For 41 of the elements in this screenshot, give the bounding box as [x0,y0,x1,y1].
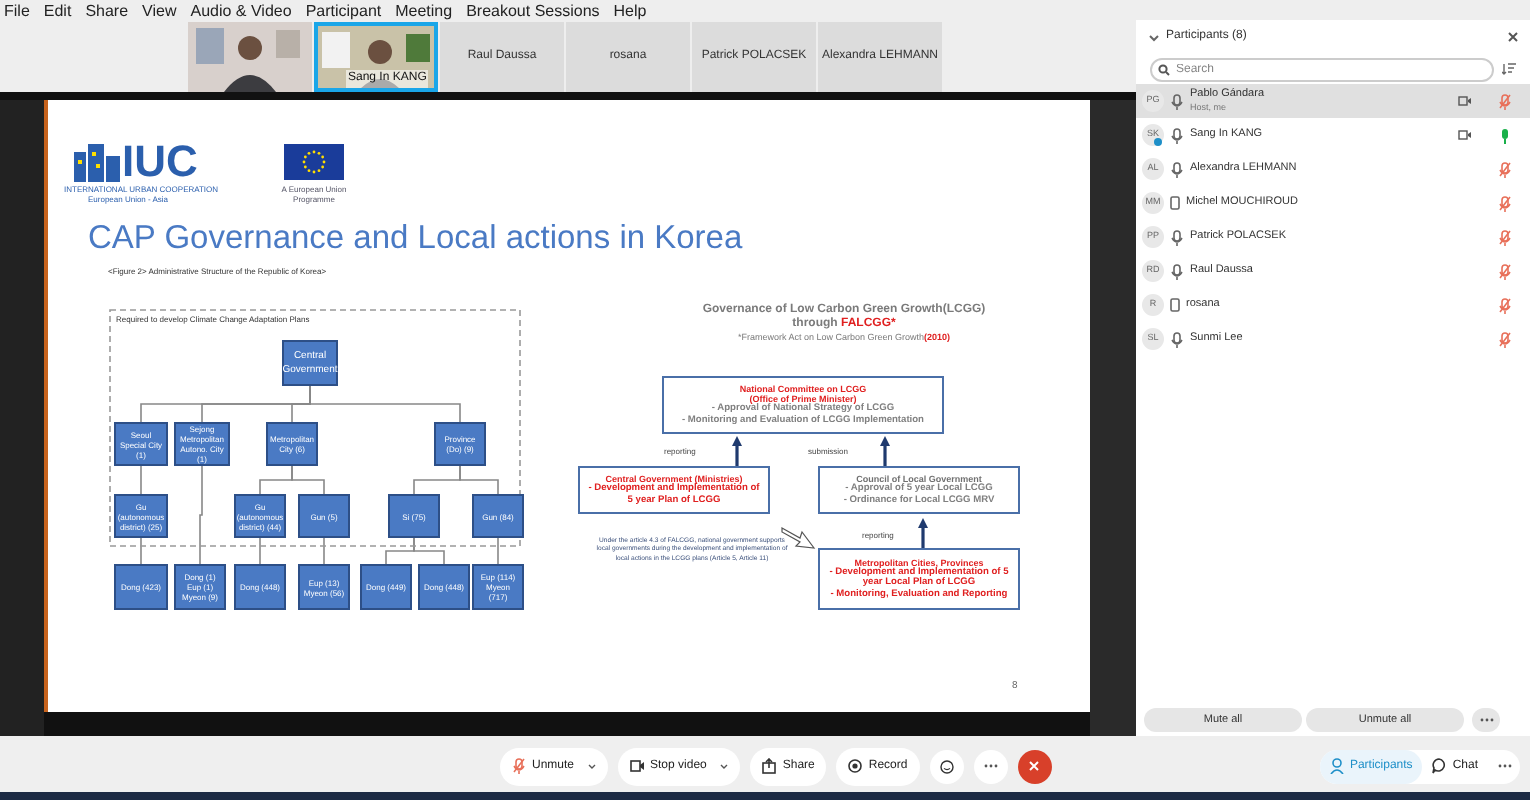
camera-icon [630,758,645,774]
share-icon [762,758,777,774]
up-arrow-icon [918,518,928,548]
slide-title: CAP Governance and Local actions in Korea [88,218,743,260]
menu-item[interactable]: Breakout Sessions [466,0,600,23]
person-icon [1329,758,1344,774]
sort-icon [1502,62,1516,76]
connector-line [140,537,142,565]
menu-item[interactable]: View [142,0,177,23]
connector-line [413,537,445,565]
menu-item[interactable]: Participant [305,0,382,23]
connector-line [459,465,499,495]
connector-line [497,537,499,565]
smiley-icon [939,759,954,773]
video-tile[interactable] [188,22,312,92]
record-icon [848,758,863,774]
buildings-icon [72,140,124,184]
connector-line [291,465,325,495]
menu-item[interactable]: Audio & Video [190,0,292,23]
menu-item[interactable]: Meeting [395,0,453,23]
up-arrow-icon [880,436,890,466]
muted-mic-icon [512,758,526,774]
chat-icon [1432,758,1447,774]
menu-item[interactable]: File [4,0,30,23]
connector-line [199,465,203,565]
connector-line [323,537,325,565]
connector-line [259,537,261,565]
flag-icon [284,144,344,180]
connector-line [140,465,142,495]
menu-item[interactable]: Edit [43,0,72,23]
end-call-button[interactable] [1017,749,1052,783]
reactions-button[interactable] [929,749,964,783]
chevron-icon [1148,33,1160,41]
up-arrow-icon [732,436,742,466]
more-button[interactable] [1472,708,1500,732]
menu-item[interactable]: Share [85,0,129,23]
logo-text: IUC [122,140,198,184]
search-icon [1158,63,1170,75]
menu-item[interactable]: Help [613,0,647,23]
close-icon [1508,32,1518,42]
close-icon [1028,760,1041,772]
